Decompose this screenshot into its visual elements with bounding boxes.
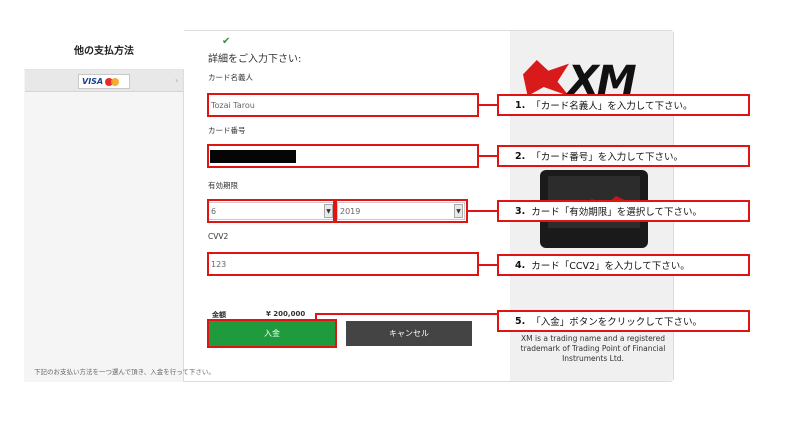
highlight-card-number xyxy=(207,144,479,168)
cancel-button[interactable]: キャンセル xyxy=(346,321,472,346)
connector-2 xyxy=(479,155,497,157)
card-number-label: カード番号 xyxy=(208,126,246,135)
annotation-3: 3. カード「有効期限」を選択して下さい。 xyxy=(497,200,750,222)
annotation-2: 2. 「カード番号」を入力して下さい。 xyxy=(497,145,750,167)
amount-value: ¥ 200,000 xyxy=(266,310,306,318)
annotation-5: 5. 「入金」ボタンをクリックして下さい。 xyxy=(497,310,750,332)
highlight-expiry-year xyxy=(335,199,468,223)
check-icon: ✔ xyxy=(222,36,231,47)
connector-4 xyxy=(479,264,497,266)
annotation-1: 1. 「カード名義人」を入力して下さい。 xyxy=(497,94,750,116)
card-holder-label: カード名義人 xyxy=(208,73,253,82)
form-title: 詳細をご入力下さい: xyxy=(208,54,302,65)
highlight-expiry-month xyxy=(207,199,335,223)
highlight-card-holder xyxy=(207,93,479,117)
annotation-4: 4. カード「CCV2」を入力して下さい。 xyxy=(497,254,750,276)
cvv-label: CVV2 xyxy=(208,232,229,241)
highlight-cvv xyxy=(207,252,479,276)
connector-1 xyxy=(479,104,497,106)
connector-5 xyxy=(315,313,497,315)
mastercard-logo-icon-b xyxy=(111,77,120,86)
connector-3 xyxy=(468,210,497,212)
visa-logo-icon: VISA xyxy=(82,77,104,86)
expiry-label: 有効期限 xyxy=(208,181,238,190)
visa-card-chip[interactable]: VISA xyxy=(78,74,130,89)
highlight-pay-button xyxy=(207,319,337,348)
sidebar-title: 他の支払方法 xyxy=(24,30,184,70)
brand-disclaimer: XM is a trading name and a registered tr… xyxy=(520,334,666,363)
chevron-right-icon: › xyxy=(175,76,179,85)
sidebar-footnote: 下記のお支払い方法を一つ選んで頂き、入金を行って下さい。 xyxy=(34,368,215,376)
